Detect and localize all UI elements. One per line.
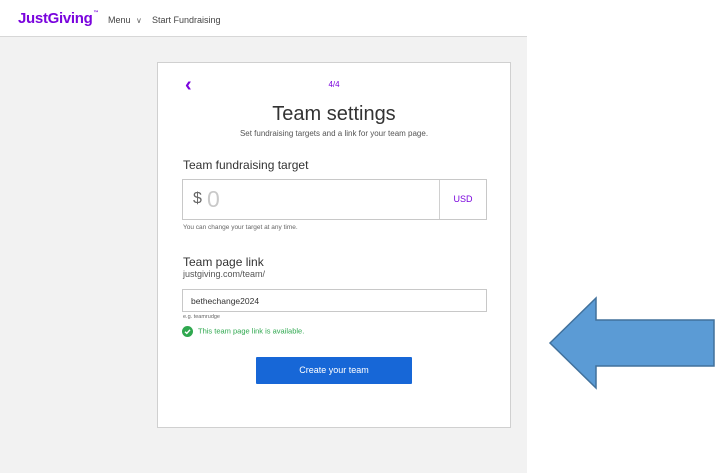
currency-symbol: $	[193, 190, 202, 207]
target-section-label: Team fundraising target	[183, 158, 309, 172]
create-team-button[interactable]: Create your team	[256, 357, 412, 384]
availability-text: This team page link is available.	[198, 326, 305, 336]
menu-dropdown[interactable]: Menu ∨	[108, 15, 142, 25]
team-link-input[interactable]: bethechange2024	[182, 289, 487, 312]
step-indicator: 4/4	[328, 80, 340, 89]
menu-label: Menu	[108, 15, 131, 25]
link-availability-status: This team page link is available.	[182, 326, 304, 337]
chevron-down-icon: ∨	[136, 16, 142, 25]
target-amount-input[interactable]: 0	[207, 186, 220, 213]
page-title: Team settings	[272, 103, 396, 125]
arrow-left-icon	[548, 296, 715, 390]
link-example-hint: e.g. teamrudge	[183, 314, 220, 320]
team-settings-card: ‹ 4/4 Team settings Set fundraising targ…	[157, 62, 511, 428]
check-circle-icon	[182, 326, 193, 337]
page-subtitle: Set fundraising targets and a link for y…	[239, 129, 429, 138]
link-prefix: justgiving.com/team/	[183, 269, 266, 279]
top-navigation-bar: JustGiving™ Menu ∨ Start Fundraising	[0, 0, 527, 37]
target-hint: You can change your target at any time.	[183, 224, 298, 231]
start-fundraising-link[interactable]: Start Fundraising	[152, 15, 221, 25]
justgiving-logo[interactable]: JustGiving™	[18, 10, 99, 27]
link-section-label: Team page link	[183, 255, 264, 269]
target-amount-field[interactable]: $ 0 USD	[182, 179, 487, 220]
currency-selector[interactable]: USD	[440, 194, 486, 204]
